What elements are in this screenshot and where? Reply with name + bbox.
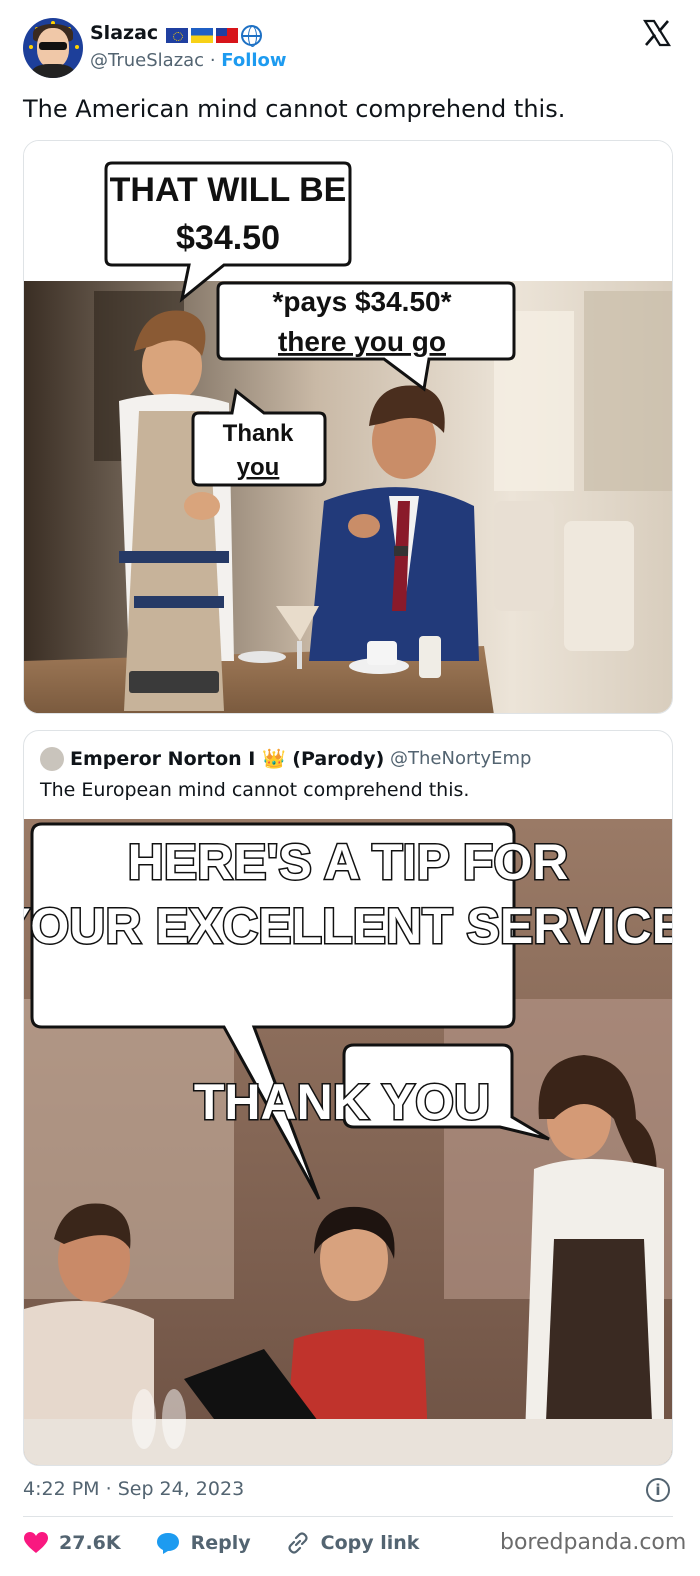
quoted-author-name[interactable]: Emperor Norton I xyxy=(70,748,255,770)
tweet-media-image[interactable]: THAT WILL BE $34.50 *pays $34.50* there … xyxy=(23,140,673,714)
meme1-waitress-line2: you xyxy=(237,454,280,481)
timestamp-separator: · xyxy=(105,1478,112,1500)
taiwan-flag-icon xyxy=(216,28,238,43)
meme1-waitress-line1: Thank xyxy=(223,420,294,447)
crown-icon: 👑 xyxy=(261,748,286,770)
like-button[interactable]: 27.6K xyxy=(23,1531,121,1555)
heart-icon xyxy=(24,1532,48,1553)
meme1-customer-line1: *pays $34.50* xyxy=(272,286,451,317)
tweet-actions: 27.6K Reply Copy link xyxy=(23,1528,453,1558)
tweet-timestamp[interactable]: 4:22 PM · Sep 24, 2023 xyxy=(23,1478,244,1500)
tweet-header: Slazac @TrueSlazac · Follow xyxy=(0,0,700,88)
meme1-customer-line2: there you go xyxy=(278,326,446,357)
handle-separator: · xyxy=(209,50,216,71)
quoted-tweet[interactable]: Emperor Norton I 👑 (Parody) @TheNortyEmp… xyxy=(23,730,673,1466)
tweet-time: 4:22 PM xyxy=(23,1478,100,1500)
link-icon xyxy=(288,1532,308,1554)
meme2-reply: THANK YOU xyxy=(194,1074,490,1130)
quoted-tweet-text: The European mind cannot comprehend this… xyxy=(40,779,470,801)
info-icon[interactable]: i xyxy=(646,1478,670,1502)
reply-button[interactable]: Reply xyxy=(155,1531,251,1555)
tweet-date: Sep 24, 2023 xyxy=(117,1478,245,1500)
meme2-caption-line2: YOUR EXCELLENT SERVICE. xyxy=(24,898,673,954)
author-handle-row: @TrueSlazac · Follow xyxy=(90,50,287,71)
author-avatar[interactable] xyxy=(23,18,83,78)
x-logo-icon[interactable] xyxy=(642,18,672,48)
globe-icon xyxy=(241,25,262,47)
reply-label: Reply xyxy=(190,1532,251,1554)
quoted-author-avatar[interactable] xyxy=(40,747,64,771)
author-name[interactable]: Slazac xyxy=(90,22,158,44)
meme-dinner-photo: HERE'S A TIP FOR YOUR EXCELLENT SERVICE.… xyxy=(24,819,673,1465)
follow-button[interactable]: Follow xyxy=(221,50,286,71)
copy-link-label: Copy link xyxy=(320,1532,420,1554)
eu-flag-icon xyxy=(166,28,188,43)
meme-restaurant-photo: THAT WILL BE $34.50 *pays $34.50* there … xyxy=(24,141,672,713)
ukraine-flag-icon xyxy=(191,28,213,43)
divider xyxy=(23,1516,673,1517)
quoted-media-image[interactable]: HERE'S A TIP FOR YOUR EXCELLENT SERVICE.… xyxy=(24,819,673,1465)
tweet-text: The American mind cannot comprehend this… xyxy=(23,95,566,123)
meme1-top-line1: THAT WILL BE xyxy=(110,171,347,209)
copy-link-button[interactable]: Copy link xyxy=(285,1531,420,1555)
quoted-author-name-row: Emperor Norton I 👑 (Parody) xyxy=(70,747,384,770)
author-handle[interactable]: @TrueSlazac xyxy=(90,50,204,71)
quoted-author-parody: (Parody) xyxy=(292,748,385,770)
meme2-caption-line1: HERE'S A TIP FOR xyxy=(128,834,569,890)
reply-bubble-icon xyxy=(156,1533,179,1554)
meme1-top-line2: $34.50 xyxy=(176,219,280,257)
quoted-author-handle[interactable]: @TheNortyEmp xyxy=(390,748,531,769)
author-flags xyxy=(166,25,262,47)
like-count: 27.6K xyxy=(59,1532,121,1554)
site-watermark: boredpanda.com xyxy=(500,1530,687,1555)
